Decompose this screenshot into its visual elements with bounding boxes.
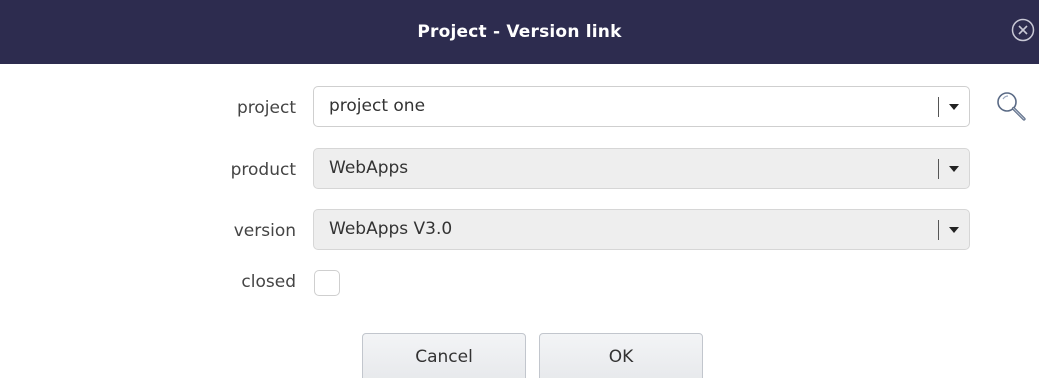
- ok-button[interactable]: OK: [539, 333, 703, 378]
- project-value: project one: [329, 96, 426, 116]
- product-combobox[interactable]: WebApps: [313, 148, 970, 189]
- combo-separator: [938, 159, 939, 179]
- combo-separator: [938, 220, 939, 240]
- closed-label: closed: [241, 272, 296, 292]
- chevron-down-icon[interactable]: [949, 166, 959, 172]
- cancel-button[interactable]: Cancel: [362, 333, 526, 378]
- dialog-title: Project - Version link: [417, 22, 622, 42]
- project-label: project: [236, 98, 296, 118]
- version-combobox[interactable]: WebApps V3.0: [313, 209, 970, 250]
- product-label: product: [230, 160, 296, 180]
- dialog-title-bar: Project - Version link: [0, 0, 1039, 64]
- project-combobox[interactable]: project one: [313, 86, 970, 127]
- chevron-down-icon[interactable]: [949, 104, 959, 110]
- closed-checkbox[interactable]: [314, 270, 340, 296]
- version-label: version: [233, 221, 296, 241]
- chevron-down-icon[interactable]: [949, 227, 959, 233]
- close-icon[interactable]: [1011, 18, 1035, 42]
- project-version-link-dialog: Project - Version link project project o…: [0, 0, 1039, 378]
- version-value: WebApps V3.0: [329, 219, 453, 239]
- search-icon[interactable]: [994, 89, 1030, 125]
- product-value: WebApps: [329, 158, 409, 178]
- combo-separator: [938, 97, 939, 117]
